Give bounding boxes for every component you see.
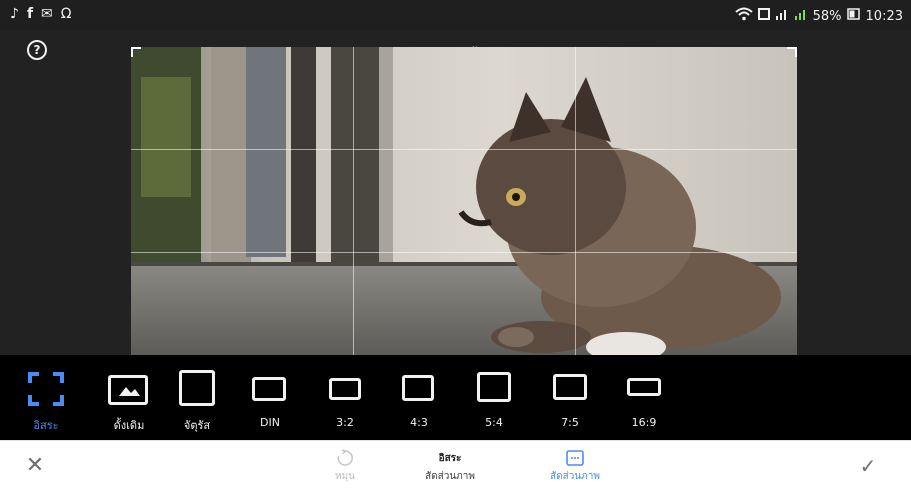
image-icon (108, 375, 148, 405)
ratio-4-3-icon (402, 375, 434, 401)
ratio-free[interactable]: อิสระ (18, 355, 74, 440)
current-mode: อิสระ สัดส่วนภาพ (405, 451, 495, 484)
ratio-original[interactable]: ดั้งเดิม (95, 355, 163, 440)
aspect-ratio-label: สัดส่วนภาพ (550, 471, 600, 482)
square-ratio-icon (179, 370, 215, 406)
aspect-ratio-bar: อิสระ ดั้งเดิม จัตุรัส DIN 3:2 4:3 5:4 7… (0, 355, 911, 440)
ratio-7-5-icon (553, 374, 587, 400)
done-button[interactable]: ✓ (856, 455, 880, 479)
rotate-label: หมุน (334, 471, 356, 482)
crop-handle-top-right[interactable] (787, 47, 797, 57)
ratio-label: 7:5 (561, 416, 579, 429)
photo-canvas[interactable] (131, 47, 797, 355)
ratio-16-9[interactable]: 16:9 (614, 355, 674, 440)
clock: 10:23 (865, 8, 903, 24)
ratio-3-2[interactable]: 3:2 (315, 355, 375, 440)
din-ratio-icon (252, 377, 286, 401)
ratio-4-3[interactable]: 4:3 (388, 355, 450, 440)
mode-title: อิสระ (438, 453, 462, 464)
ratio-label: 3:2 (336, 416, 354, 429)
wifi-icon (734, 7, 753, 25)
ratio-din[interactable]: DIN (240, 355, 300, 440)
grid-line (353, 47, 354, 355)
ratio-label: DIN (260, 416, 280, 429)
crop-handle-top-left[interactable] (131, 47, 141, 57)
ratio-label: 5:4 (485, 416, 503, 429)
rotate-icon (337, 449, 353, 466)
battery-icon (846, 8, 861, 24)
grid-line (575, 47, 576, 355)
action-bar: ✕ หมุน อิสระ สัดส่วนภาพ สัดส่วนภาพ ✓ (0, 440, 911, 495)
music-note-icon: ♪ (10, 6, 19, 22)
aspect-ratio-icon (566, 450, 584, 466)
cat-photo (131, 47, 797, 355)
ratio-label: ดั้งเดิม (113, 419, 145, 432)
rotate-button[interactable]: หมุน (325, 449, 365, 484)
ratio-label: 4:3 (410, 416, 428, 429)
ratio-7-5[interactable]: 7:5 (540, 355, 600, 440)
ratio-5-4[interactable]: 5:4 (464, 355, 524, 440)
help-icon[interactable]: ? (27, 40, 47, 60)
status-bar: ♪ f ✉ Ω 58% 10:23 (0, 0, 911, 30)
ratio-5-4-icon (477, 372, 511, 402)
aspect-ratio-button[interactable]: สัดส่วนภาพ (540, 450, 610, 484)
grid-line (131, 252, 797, 253)
notification-icons: ♪ f ✉ Ω (10, 6, 71, 22)
ratio-16-9-icon (627, 378, 661, 396)
signal-sim2-icon (794, 7, 808, 25)
close-button[interactable]: ✕ (24, 455, 46, 477)
ratio-square[interactable]: จัตุรัส (168, 355, 226, 440)
ratio-label: 16:9 (631, 416, 657, 429)
signal-sim1-icon (775, 7, 789, 25)
mode-subtitle: สัดส่วนภาพ (425, 471, 475, 482)
ratio-3-2-icon (329, 378, 361, 400)
mail-icon: ✉ (41, 6, 53, 22)
ratio-label: จัตุรัส (183, 419, 211, 432)
ratio-label: อิสระ (33, 419, 59, 432)
grid-line (131, 149, 797, 150)
system-indicators: 58% 10:23 (734, 7, 903, 25)
headphones-icon: Ω (60, 6, 72, 22)
nfc-icon (757, 7, 770, 25)
battery-percent: 58% (812, 8, 842, 24)
free-crop-icon (28, 372, 64, 406)
crop-editor: ? ครอบตัด (0, 30, 911, 355)
facebook-icon: f (26, 6, 34, 22)
